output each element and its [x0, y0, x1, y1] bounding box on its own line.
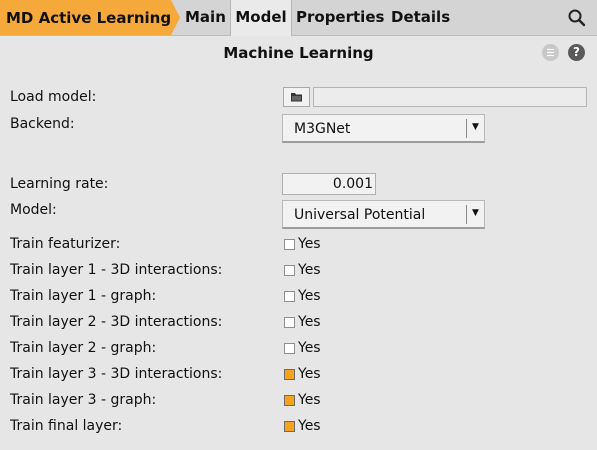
- breadcrumb[interactable]: MD Active Learning: [0, 0, 180, 35]
- train-layer3-graph-label: Train layer 3 - graph:: [10, 392, 157, 408]
- search-icon[interactable]: [567, 8, 587, 28]
- train-featurizer-yes[interactable]: Yes: [298, 236, 321, 252]
- tab-main[interactable]: Main: [185, 0, 226, 35]
- load-model-path-input[interactable]: [313, 87, 587, 107]
- train-final-layer-checkbox[interactable]: [284, 421, 295, 432]
- train-layer1-graph-yes[interactable]: Yes: [298, 288, 321, 304]
- train-featurizer-label: Train featurizer:: [10, 236, 121, 252]
- train-layer3-3d-checkbox[interactable]: [284, 369, 295, 380]
- breadcrumb-label: MD Active Learning: [6, 9, 172, 27]
- load-model-label: Load model:: [10, 89, 97, 105]
- train-layer1-3d-label: Train layer 1 - 3D interactions:: [10, 262, 223, 278]
- model-select[interactable]: Universal Potential ▼: [282, 200, 485, 229]
- train-layer3-graph-checkbox[interactable]: [284, 395, 295, 406]
- tab-model[interactable]: Model: [230, 0, 292, 36]
- train-layer3-3d-label: Train layer 3 - 3D interactions:: [10, 366, 223, 382]
- tab-properties[interactable]: Properties: [296, 0, 384, 35]
- train-layer2-graph-checkbox[interactable]: [284, 343, 295, 354]
- learning-rate-input[interactable]: 0.001: [282, 173, 376, 195]
- backend-value: M3GNet: [294, 121, 351, 137]
- train-layer1-3d-checkbox[interactable]: [284, 265, 295, 276]
- train-final-layer-label: Train final layer:: [10, 418, 123, 434]
- train-layer2-graph-yes[interactable]: Yes: [298, 340, 321, 356]
- learning-rate-label: Learning rate:: [10, 176, 109, 192]
- top-tab-bar: MD Active Learning Main Model Properties…: [0, 0, 597, 36]
- train-layer1-3d-yes[interactable]: Yes: [298, 262, 321, 278]
- train-layer2-3d-label: Train layer 2 - 3D interactions:: [10, 314, 223, 330]
- dropdown-arrow-icon: ▼: [472, 208, 479, 218]
- load-model-button[interactable]: [283, 87, 310, 107]
- model-value: Universal Potential: [294, 207, 426, 223]
- train-layer2-3d-yes[interactable]: Yes: [298, 314, 321, 330]
- model-label: Model:: [10, 202, 57, 218]
- train-layer3-3d-yes[interactable]: Yes: [298, 366, 321, 382]
- tab-details[interactable]: Details: [391, 0, 450, 35]
- list-icon[interactable]: [542, 44, 559, 61]
- train-layer1-graph-label: Train layer 1 - graph:: [10, 288, 157, 304]
- backend-select[interactable]: M3GNet ▼: [282, 114, 485, 143]
- dropdown-arrow-icon: ▼: [472, 122, 479, 132]
- train-featurizer-checkbox[interactable]: [284, 239, 295, 250]
- help-icon[interactable]: ?: [568, 44, 585, 61]
- backend-label: Backend:: [10, 116, 75, 132]
- panel-title: Machine Learning: [223, 44, 374, 62]
- train-final-layer-yes[interactable]: Yes: [298, 418, 321, 434]
- select-divider: [466, 119, 467, 138]
- train-layer1-graph-checkbox[interactable]: [284, 291, 295, 302]
- folder-icon: [291, 93, 302, 102]
- train-layer2-graph-label: Train layer 2 - graph:: [10, 340, 157, 356]
- train-layer3-graph-yes[interactable]: Yes: [298, 392, 321, 408]
- select-divider: [466, 205, 467, 224]
- train-layer2-3d-checkbox[interactable]: [284, 317, 295, 328]
